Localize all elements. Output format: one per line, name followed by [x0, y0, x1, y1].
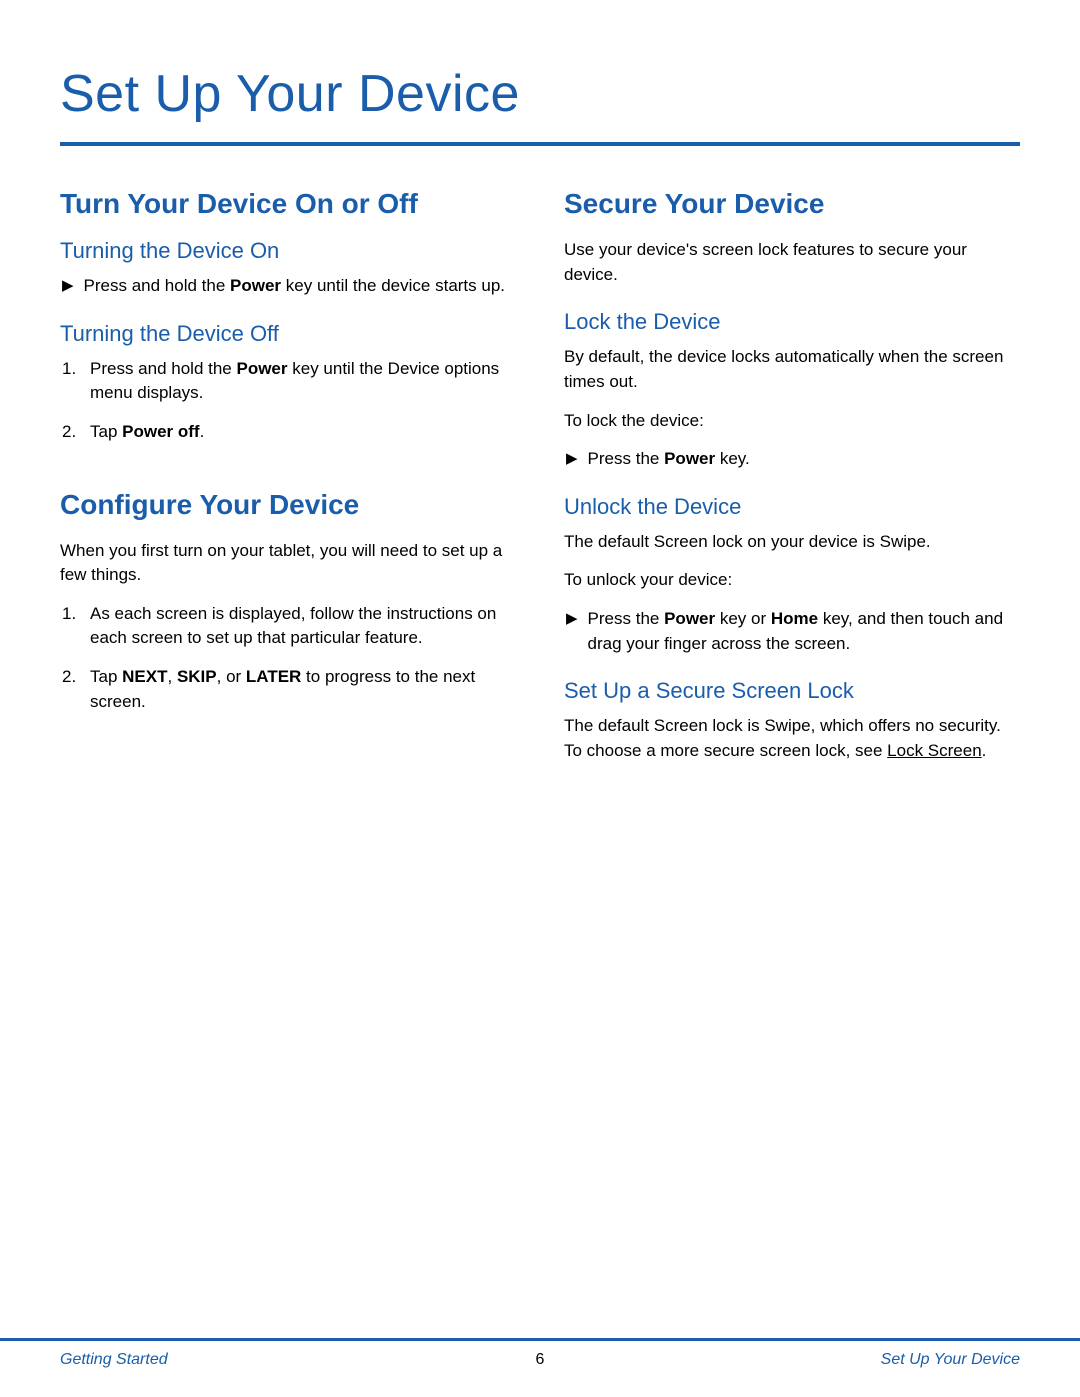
heading-configure: Configure Your Device	[60, 489, 516, 521]
page-title: Set Up Your Device	[60, 64, 1020, 124]
paragraph: To unlock your device:	[564, 568, 1020, 593]
list-item-text: As each screen is displayed, follow the …	[90, 602, 516, 651]
bullet-item: ▶ Press and hold the Power key until the…	[60, 274, 516, 299]
paragraph: Use your device's screen lock features t…	[564, 238, 1020, 287]
left-column: Turn Your Device On or Off Turning the D…	[60, 188, 516, 778]
list-item: Press and hold the Power key until the D…	[60, 357, 516, 406]
bullet-text: Press the Power key.	[588, 447, 750, 472]
list-item-text: Tap NEXT, SKIP, or LATER to progress to …	[90, 665, 516, 714]
list-item: Tap Power off.	[60, 420, 516, 445]
ordered-list: As each screen is displayed, follow the …	[60, 602, 516, 715]
paragraph: The default Screen lock is Swipe, which …	[564, 714, 1020, 763]
bullet-item: ▶ Press the Power key.	[564, 447, 1020, 472]
heading-secure: Secure Your Device	[564, 188, 1020, 220]
footer-left: Getting Started	[60, 1351, 168, 1369]
right-column: Secure Your Device Use your device's scr…	[564, 188, 1020, 778]
paragraph: To lock the device:	[564, 409, 1020, 434]
triangle-icon: ▶	[566, 447, 578, 471]
subheading-turning-on: Turning the Device On	[60, 238, 516, 264]
triangle-icon: ▶	[566, 607, 578, 631]
list-item: As each screen is displayed, follow the …	[60, 602, 516, 651]
list-item-text: Press and hold the Power key until the D…	[90, 357, 516, 406]
text-span: .	[982, 741, 987, 760]
subheading-lock: Lock the Device	[564, 309, 1020, 335]
link-lock-screen[interactable]: Lock Screen	[887, 741, 982, 760]
paragraph: The default Screen lock on your device i…	[564, 530, 1020, 555]
subheading-turning-off: Turning the Device Off	[60, 321, 516, 347]
bullet-text: Press and hold the Power key until the d…	[84, 274, 505, 299]
heading-turn-on-off: Turn Your Device On or Off	[60, 188, 516, 220]
triangle-icon: ▶	[62, 274, 74, 298]
subheading-unlock: Unlock the Device	[564, 494, 1020, 520]
paragraph: By default, the device locks automatical…	[564, 345, 1020, 394]
bullet-text: Press the Power key or Home key, and the…	[588, 607, 1020, 656]
content-columns: Turn Your Device On or Off Turning the D…	[60, 188, 1020, 778]
list-item: Tap NEXT, SKIP, or LATER to progress to …	[60, 665, 516, 714]
page-footer: Getting Started 6 Set Up Your Device	[0, 1338, 1080, 1397]
title-rule	[60, 142, 1020, 146]
subheading-secure-lock: Set Up a Secure Screen Lock	[564, 678, 1020, 704]
bullet-item: ▶ Press the Power key or Home key, and t…	[564, 607, 1020, 656]
list-item-text: Tap Power off.	[90, 420, 204, 445]
paragraph: When you first turn on your tablet, you …	[60, 539, 516, 588]
footer-page-number: 6	[536, 1351, 545, 1369]
footer-right: Set Up Your Device	[881, 1351, 1020, 1369]
ordered-list: Press and hold the Power key until the D…	[60, 357, 516, 445]
